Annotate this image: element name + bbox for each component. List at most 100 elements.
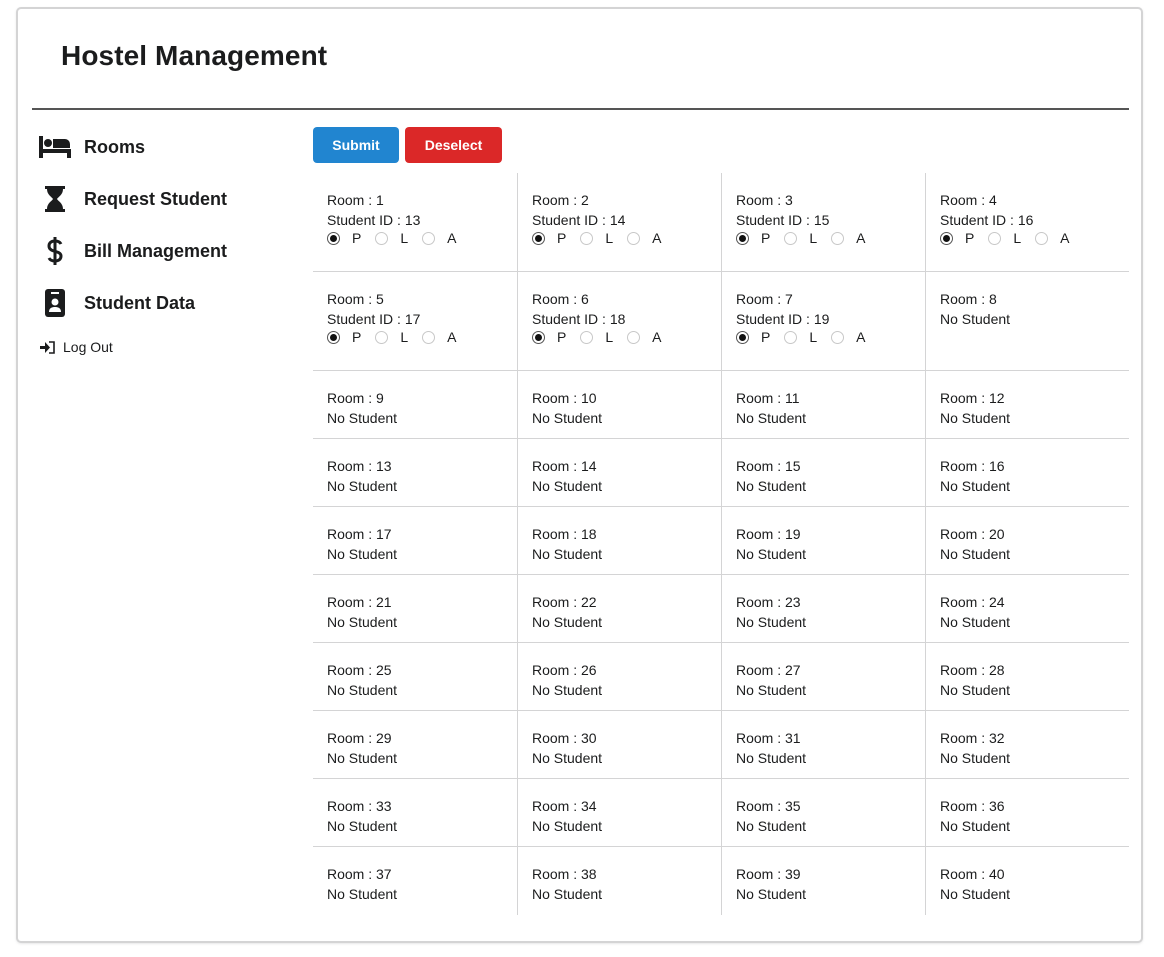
no-student-label: No Student — [940, 614, 1011, 630]
attendance-radio-label: A — [1060, 230, 1070, 246]
room-cell: Room : 21 No Student — [313, 575, 517, 643]
attendance-option[interactable]: P — [532, 327, 566, 347]
no-student-label: No Student — [532, 886, 603, 902]
attendance-radio-label: A — [652, 329, 662, 345]
attendance-option[interactable]: A — [627, 228, 661, 248]
room-label: Room : 24 — [940, 594, 1005, 610]
no-student-label: No Student — [327, 614, 398, 630]
attendance-radio-label: P — [761, 329, 771, 345]
room-label: Room : 4 — [940, 192, 997, 208]
sidebar-item-request-student[interactable]: Request Student — [38, 173, 298, 225]
attendance-option[interactable]: P — [327, 228, 361, 248]
attendance-radio[interactable] — [831, 330, 845, 344]
room-cell: Room : 37 No Student — [313, 847, 517, 915]
room-cell: Room : 29 No Student — [313, 711, 517, 779]
attendance-radio[interactable] — [580, 330, 594, 344]
deselect-button[interactable]: Deselect — [405, 127, 502, 163]
attendance-radio[interactable] — [1035, 231, 1049, 245]
bed-icon — [38, 131, 72, 163]
attendance-radio[interactable] — [375, 231, 389, 245]
attendance-radio[interactable] — [580, 231, 594, 245]
room-cell: Room : 24 No Student — [925, 575, 1129, 643]
attendance-radio-label: L — [400, 329, 409, 345]
attendance-option[interactable]: P — [940, 228, 974, 248]
room-label: Room : 14 — [532, 458, 597, 474]
room-label: Room : 3 — [736, 192, 793, 208]
room-cell: Room : 8 No Student — [925, 272, 1129, 371]
room-cell: Room : 26 No Student — [517, 643, 721, 711]
attendance-radio[interactable] — [940, 231, 953, 245]
attendance-radio[interactable] — [831, 231, 845, 245]
attendance-option[interactable]: A — [627, 327, 661, 347]
attendance-radio[interactable] — [532, 231, 545, 245]
attendance-radio-group: P LA — [327, 229, 503, 247]
attendance-radio[interactable] — [422, 231, 436, 245]
attendance-radio[interactable] — [736, 231, 749, 245]
room-label: Room : 26 — [532, 662, 597, 678]
room-cell: Room : 22 No Student — [517, 575, 721, 643]
student-id: Student ID : 15 — [736, 212, 830, 228]
attendance-option[interactable]: P — [736, 327, 770, 347]
room-label: Room : 34 — [532, 798, 597, 814]
attendance-option[interactable]: A — [1035, 228, 1069, 248]
attendance-option[interactable]: P — [532, 228, 566, 248]
attendance-option[interactable]: L — [580, 228, 613, 248]
attendance-option[interactable]: A — [831, 228, 865, 248]
attendance-option[interactable]: L — [784, 327, 817, 347]
attendance-option[interactable]: L — [375, 228, 408, 248]
room-cell: Room : 36 No Student — [925, 779, 1129, 847]
attendance-radio[interactable] — [784, 330, 798, 344]
attendance-option[interactable]: L — [784, 228, 817, 248]
attendance-radio[interactable] — [422, 330, 436, 344]
room-label: Room : 37 — [327, 866, 392, 882]
attendance-radio[interactable] — [327, 231, 340, 245]
sidebar-item-student-data[interactable]: Student Data — [38, 277, 298, 329]
room-label: Room : 5 — [327, 291, 384, 307]
attendance-radio-label: L — [1013, 230, 1022, 246]
room-cell: Room : 10 No Student — [517, 371, 721, 439]
no-student-label: No Student — [532, 478, 603, 494]
attendance-option[interactable]: L — [988, 228, 1021, 248]
logout-link[interactable]: Log Out — [40, 339, 298, 355]
attendance-option[interactable]: A — [422, 228, 456, 248]
room-label: Room : 31 — [736, 730, 801, 746]
no-student-label: No Student — [940, 546, 1011, 562]
room-cell: Room : 6 Student ID : 18 P L A — [517, 272, 721, 371]
student-id: Student ID : 19 — [736, 311, 830, 327]
room-cell: Room : 33 No Student — [313, 779, 517, 847]
room-cell: Room : 12 No Student — [925, 371, 1129, 439]
attendance-radio[interactable] — [532, 330, 545, 344]
attendance-radio[interactable] — [327, 330, 340, 344]
attendance-radio[interactable] — [988, 231, 1002, 245]
no-student-label: No Student — [736, 478, 807, 494]
attendance-radio[interactable] — [784, 231, 798, 245]
student-id: Student ID : 18 — [532, 311, 626, 327]
room-label: Room : 9 — [327, 390, 384, 406]
student-id: Student ID : 16 — [940, 212, 1034, 228]
attendance-option[interactable]: L — [580, 327, 613, 347]
no-student-label: No Student — [736, 750, 807, 766]
attendance-radio[interactable] — [375, 330, 389, 344]
no-student-label: No Student — [327, 682, 398, 698]
no-student-label: No Student — [532, 682, 603, 698]
student-id: Student ID : 14 — [532, 212, 626, 228]
attendance-option[interactable]: A — [831, 327, 865, 347]
room-cell: Room : 1 Student ID : 13 P L A — [313, 173, 517, 272]
attendance-option[interactable]: A — [422, 327, 456, 347]
attendance-option[interactable]: P — [327, 327, 361, 347]
attendance-radio-group: PLA — [736, 229, 911, 247]
attendance-option[interactable]: L — [375, 327, 408, 347]
attendance-radio-label: L — [400, 230, 409, 246]
attendance-radio[interactable] — [736, 330, 749, 344]
sidebar-item-bill-management[interactable]: Bill Management — [38, 225, 298, 277]
room-cell: Room : 23 No Student — [721, 575, 925, 643]
attendance-radio[interactable] — [627, 231, 641, 245]
attendance-radio[interactable] — [627, 330, 641, 344]
sign-in-icon — [40, 340, 56, 354]
room-label: Room : 13 — [327, 458, 392, 474]
attendance-radio-label: P — [965, 230, 975, 246]
no-student-label: No Student — [940, 410, 1011, 426]
attendance-option[interactable]: P — [736, 228, 770, 248]
submit-button[interactable]: Submit — [313, 127, 399, 163]
sidebar-item-rooms[interactable]: Rooms — [38, 121, 298, 173]
